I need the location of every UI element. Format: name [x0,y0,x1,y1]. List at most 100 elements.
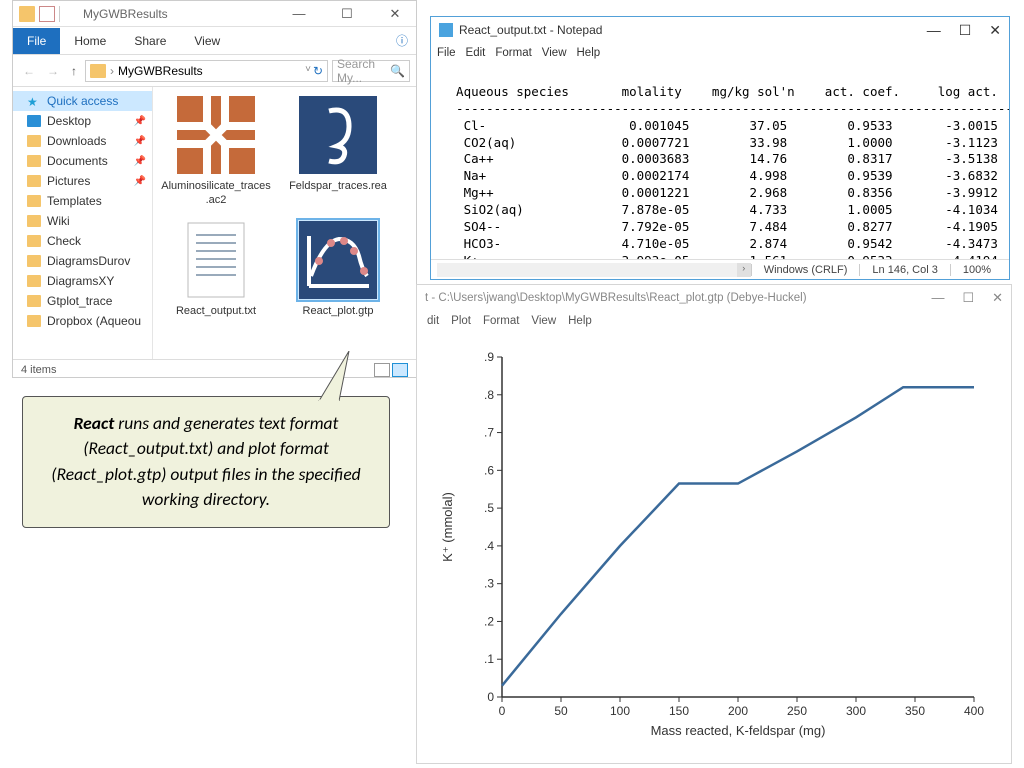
file-item[interactable]: Feldspar_traces.rea [283,95,393,208]
menu-item[interactable]: dit [427,315,439,327]
svg-text:.4: .4 [484,539,494,553]
maximize-button[interactable]: ☐ [962,290,974,306]
h-scrollbar[interactable] [437,263,737,277]
folder-icon [90,64,106,78]
sidebar-label: Pictures [47,174,90,188]
plot-titlebar: t - C:\Users\jwang\Desktop\MyGWBResults\… [417,285,1011,311]
notepad-title: React_output.txt - Notepad [459,23,602,37]
file-name: React_output.txt [161,304,271,318]
details-view-button[interactable] [374,363,390,377]
annotation-callout: React runs and generates text format (Re… [22,396,390,528]
sidebar-item[interactable]: Check [13,231,152,251]
sidebar-item[interactable]: Gtplot_trace [13,291,152,311]
menu-item[interactable]: Edit [466,47,486,59]
menu-item[interactable]: Help [577,47,601,59]
item-count: 4 items [21,364,56,376]
ribbon-view[interactable]: View [180,28,234,54]
icons-view-button[interactable] [392,363,408,377]
ribbon-share[interactable]: Share [120,28,180,54]
menu-item[interactable]: Help [568,315,592,327]
file-name: Feldspar_traces.rea [283,179,393,193]
svg-text:.6: .6 [484,463,494,477]
sidebar-item[interactable]: DiagramsDurov [13,251,152,271]
close-button[interactable]: ✕ [992,290,1003,306]
maximize-button[interactable]: ☐ [959,22,972,39]
sidebar-item[interactable]: Desktop📌 [13,111,152,131]
svg-text:100: 100 [610,704,630,718]
minimize-button[interactable]: — [284,6,314,22]
sidebar-label: Templates [47,194,102,208]
sidebar-item[interactable]: Documents📌 [13,151,152,171]
help-icon[interactable]: ⓘ [388,32,416,49]
svg-text:.2: .2 [484,614,494,628]
maximize-button[interactable]: ☐ [332,6,362,22]
sidebar-label: Documents [47,154,108,168]
address-bar[interactable]: › MyGWBResults ˅ ↻ [85,60,328,82]
file-item[interactable]: React_plot.gtp [283,220,393,318]
notepad-titlebar: React_output.txt - Notepad — ☐ ✕ [431,17,1009,43]
menu-item[interactable]: Plot [451,315,471,327]
menu-item[interactable]: Format [483,315,519,327]
folder-icon [27,215,41,227]
folder-icon [27,275,41,287]
forward-button[interactable]: → [43,62,63,80]
sidebar-label: Wiki [47,214,70,228]
sidebar-label: DiagramsDurov [47,254,130,268]
dropdown-icon[interactable]: ˅ [305,64,311,78]
sidebar-item[interactable]: Templates [13,191,152,211]
folder-icon [27,155,41,167]
sidebar-item[interactable]: Dropbox (Aqueou [13,311,152,331]
sidebar-item[interactable]: ★Quick access [13,91,152,111]
notepad-status: › Windows (CRLF) Ln 146, Col 3 100% [431,259,1009,279]
close-button[interactable]: ✕ [380,6,410,22]
notepad-content[interactable]: Aqueous species molality mg/kg sol'n act… [431,63,1009,259]
scroll-right-button[interactable]: › [737,263,751,277]
notepad-menu: File Edit Format View Help [431,43,1009,63]
minimize-button[interactable]: — [931,290,944,306]
search-input[interactable]: Search My... 🔍 [332,60,410,82]
file-item[interactable]: Aluminosilicate_traces.ac2 [161,95,271,208]
notepad-window: React_output.txt - Notepad — ☐ ✕ File Edi… [430,16,1010,280]
ribbon-file[interactable]: File [13,28,60,54]
sidebar-item[interactable]: Pictures📌 [13,171,152,191]
divider-icon [59,6,75,22]
folder-icon [27,235,41,247]
sidebar-label: Check [47,234,81,248]
file-grid: Aluminosilicate_traces.ac2 Feldspar_trace… [153,87,416,359]
folder-icon: ★ [27,95,41,107]
svg-text:50: 50 [554,704,568,718]
menu-item[interactable]: File [437,47,456,59]
svg-text:0: 0 [499,704,506,718]
explorer-window: MyGWBResults — ☐ ✕ File Home Share View … [12,0,417,378]
plot-title-text: t - C:\Users\jwang\Desktop\MyGWBResults\… [425,292,807,304]
folder-icon [27,175,41,187]
refresh-icon[interactable]: ↻ [313,64,323,78]
close-button[interactable]: ✕ [989,22,1001,39]
svg-text:150: 150 [669,704,689,718]
menu-item[interactable]: View [531,315,556,327]
minimize-button[interactable]: — [927,22,941,39]
file-name: Aluminosilicate_traces.ac2 [161,179,271,208]
svg-text:250: 250 [787,704,807,718]
nav-bar: ← → ↑ › MyGWBResults ˅ ↻ Search My... 🔍 [13,55,416,87]
file-item[interactable]: React_output.txt [161,220,271,318]
sidebar-item[interactable]: Downloads📌 [13,131,152,151]
plot-window: t - C:\Users\jwang\Desktop\MyGWBResults\… [416,284,1012,764]
menu-item[interactable]: View [542,47,567,59]
search-icon: 🔍 [390,64,405,78]
sidebar-label: Dropbox (Aqueou [47,314,141,328]
cursor-pos: Ln 146, Col 3 [859,264,949,276]
path-text: MyGWBResults [118,64,203,78]
svg-text:0: 0 [487,690,494,704]
sidebar-item[interactable]: Wiki [13,211,152,231]
pin-icon: 📌 [134,136,146,147]
encoding: Windows (CRLF) [751,264,860,276]
zoom: 100% [950,264,1003,276]
sidebar-item[interactable]: DiagramsXY [13,271,152,291]
window-title: MyGWBResults [83,7,168,21]
folder-icon [27,135,41,147]
menu-item[interactable]: Format [495,47,531,59]
up-button[interactable]: ↑ [67,62,81,80]
ribbon-home[interactable]: Home [60,28,120,54]
back-button[interactable]: ← [19,62,39,80]
